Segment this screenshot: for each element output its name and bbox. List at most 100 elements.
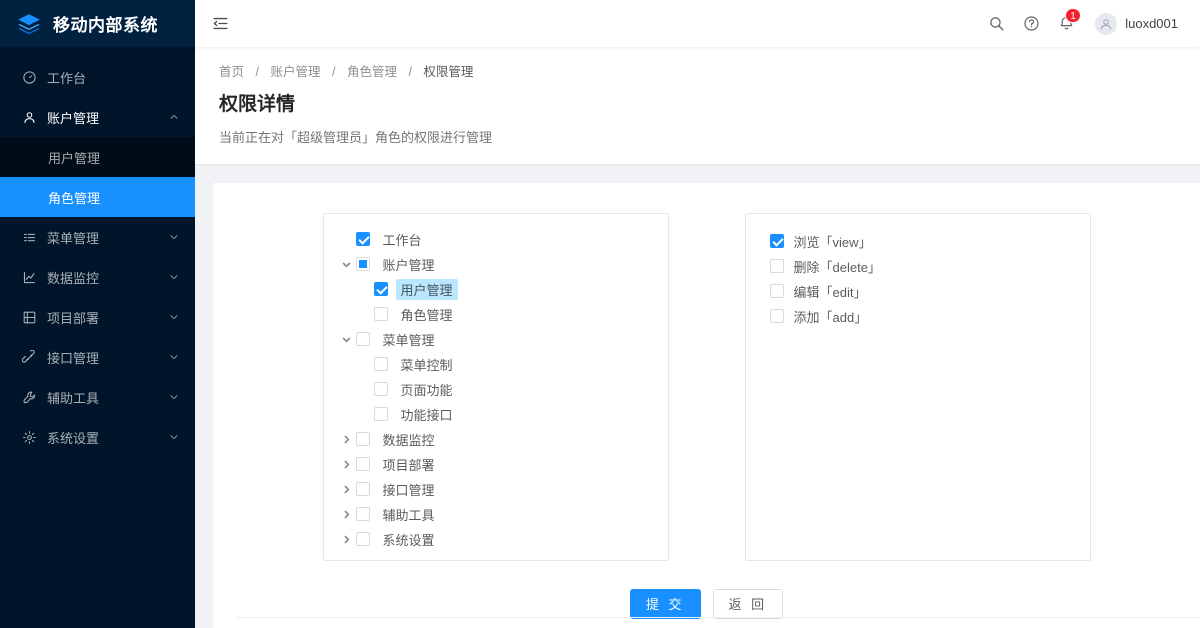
tree-node-label[interactable]: 用户管理	[395, 278, 458, 300]
permission-checkbox[interactable]	[769, 309, 784, 324]
tree-checkbox[interactable]	[355, 482, 370, 497]
notification-badge: 1	[1065, 8, 1081, 23]
tree-checkbox[interactable]	[373, 382, 388, 397]
sidebar-item-label: 辅助工具	[47, 390, 100, 406]
tree-node-account-management[interactable]: 账户管理	[338, 252, 658, 277]
permission-checkbox[interactable]	[769, 284, 784, 299]
tree-node-function-api[interactable]: 功能接口	[338, 402, 658, 427]
breadcrumb-item-home[interactable]: 首页	[219, 65, 244, 79]
tree-node-system-settings[interactable]: 系统设置	[338, 527, 658, 552]
tree-checkbox[interactable]	[373, 307, 388, 322]
caret-right-icon[interactable]	[338, 527, 356, 551]
sidebar-menu: 工作台 账户管理 用户管理 角色管理 菜单管理 数据监控 项目部署 接口管理 辅…	[0, 47, 195, 457]
permission-label[interactable]: 删除「delete」	[792, 256, 883, 277]
breadcrumb-item-permission-management[interactable]: 权限管理	[423, 65, 473, 79]
tree-node-label[interactable]: 辅助工具	[378, 504, 440, 525]
permission-label[interactable]: 编辑「edit」	[792, 281, 869, 302]
permission-checkbox[interactable]	[769, 259, 784, 274]
deploy-icon	[22, 310, 37, 325]
tree-checkbox[interactable]	[355, 332, 370, 347]
tree-node-user-management[interactable]: 用户管理	[338, 277, 658, 302]
tree-node-label[interactable]: 账户管理	[378, 254, 440, 275]
search-icon[interactable]	[988, 15, 1005, 32]
user-menu[interactable]: luoxd001	[1095, 12, 1178, 35]
page-title: 权限详情	[219, 94, 296, 115]
brand-logo[interactable]: 移动内部系统	[0, 0, 195, 47]
tree-checkbox[interactable]	[355, 432, 370, 447]
tree-checkbox[interactable]	[373, 407, 388, 422]
permission-label[interactable]: 添加「add」	[792, 306, 870, 327]
sidebar-item-project-deployment[interactable]: 项目部署	[0, 297, 195, 337]
tool-icon	[22, 390, 37, 405]
tree-node-label[interactable]: 数据监控	[378, 429, 440, 450]
tree-switcher-placeholder	[356, 302, 374, 326]
caret-right-icon[interactable]	[338, 502, 356, 526]
topbar-actions: 1 luoxd001	[988, 8, 1178, 35]
sidebar-item-workbench[interactable]: 工作台	[0, 57, 195, 97]
sidebar-subitem-label: 角色管理	[48, 190, 101, 206]
sidebar-item-system-settings[interactable]: 系统设置	[0, 417, 195, 457]
chevron-down-icon	[169, 232, 179, 242]
tree-switcher-placeholder	[356, 377, 374, 401]
permission-checkbox[interactable]	[769, 234, 784, 249]
tree-node-label[interactable]: 页面功能	[396, 379, 458, 400]
question-circle-icon[interactable]	[1023, 15, 1040, 32]
sidebar-item-user-management[interactable]: 用户管理	[0, 137, 195, 177]
sidebar-item-role-management[interactable]: 角色管理	[0, 177, 195, 217]
breadcrumb-item-account-management[interactable]: 账户管理	[270, 65, 320, 79]
tree-node-label[interactable]: 系统设置	[378, 529, 440, 550]
sidebar-item-data-monitoring[interactable]: 数据监控	[0, 257, 195, 297]
tree-node-utility-tools[interactable]: 辅助工具	[338, 502, 658, 527]
permission-delete[interactable]: 删除「delete」	[769, 254, 1080, 279]
tree-checkbox[interactable]	[355, 457, 370, 472]
sidebar-item-label: 工作台	[47, 70, 87, 86]
caret-right-icon[interactable]	[338, 427, 356, 451]
caret-down-icon[interactable]	[338, 252, 356, 276]
caret-right-icon[interactable]	[338, 477, 356, 501]
tree-node-menu-management[interactable]: 菜单管理	[338, 327, 658, 352]
tree-switcher-placeholder	[338, 227, 356, 251]
chevron-up-icon	[169, 112, 179, 122]
tree-node-project-deployment[interactable]: 项目部署	[338, 452, 658, 477]
tree-node-api-management[interactable]: 接口管理	[338, 477, 658, 502]
tree-node-label[interactable]: 菜单控制	[396, 354, 458, 375]
tree-checkbox[interactable]	[373, 282, 388, 297]
tree-node-role-management[interactable]: 角色管理	[338, 302, 658, 327]
tree-checkbox[interactable]	[355, 507, 370, 522]
tree-checkbox[interactable]	[355, 532, 370, 547]
tree-node-label[interactable]: 工作台	[378, 229, 427, 250]
sidebar-item-account-management[interactable]: 账户管理	[0, 97, 195, 137]
chevron-down-icon	[169, 392, 179, 402]
breadcrumb-item-role-management[interactable]: 角色管理	[347, 65, 397, 79]
tree-checkbox[interactable]	[355, 257, 370, 272]
sidebar-item-utility-tools[interactable]: 辅助工具	[0, 377, 195, 417]
sidebar-item-label: 接口管理	[47, 350, 100, 366]
tree-node-menu-control[interactable]: 菜单控制	[338, 352, 658, 377]
tree-node-label[interactable]: 功能接口	[396, 404, 458, 425]
tree-node-data-monitoring[interactable]: 数据监控	[338, 427, 658, 452]
sidebar-item-api-management[interactable]: 接口管理	[0, 337, 195, 377]
tree-checkbox[interactable]	[355, 232, 370, 247]
tree-node-label[interactable]: 菜单管理	[378, 329, 440, 350]
tree-node-label[interactable]: 接口管理	[378, 479, 440, 500]
permission-add[interactable]: 添加「add」	[769, 304, 1080, 329]
caret-right-icon[interactable]	[338, 452, 356, 476]
permission-edit[interactable]: 编辑「edit」	[769, 279, 1080, 304]
back-button[interactable]: 返 回	[712, 588, 784, 619]
tree-node-label[interactable]: 项目部署	[378, 454, 440, 475]
sidebar-item-menu-management[interactable]: 菜单管理	[0, 217, 195, 257]
permission-label[interactable]: 浏览「view」	[792, 231, 874, 252]
permission-view[interactable]: 浏览「view」	[769, 229, 1080, 254]
username-label: luoxd001	[1125, 16, 1178, 31]
sidebar-item-label: 菜单管理	[47, 230, 100, 246]
tree-checkbox[interactable]	[373, 357, 388, 372]
tree-node-label[interactable]: 角色管理	[396, 304, 458, 325]
tree-node-workbench[interactable]: 工作台	[338, 227, 658, 252]
menu-fold-icon[interactable]	[209, 13, 231, 35]
breadcrumb-separator: /	[408, 65, 412, 79]
submit-button[interactable]: 提 交	[629, 588, 701, 619]
caret-down-icon[interactable]	[338, 327, 356, 351]
sidebar: 移动内部系统 工作台 账户管理 用户管理 角色管理 菜单管理 数据监控 项目部署…	[0, 0, 195, 628]
bell-icon[interactable]: 1	[1058, 8, 1081, 32]
tree-node-page-function[interactable]: 页面功能	[338, 377, 658, 402]
